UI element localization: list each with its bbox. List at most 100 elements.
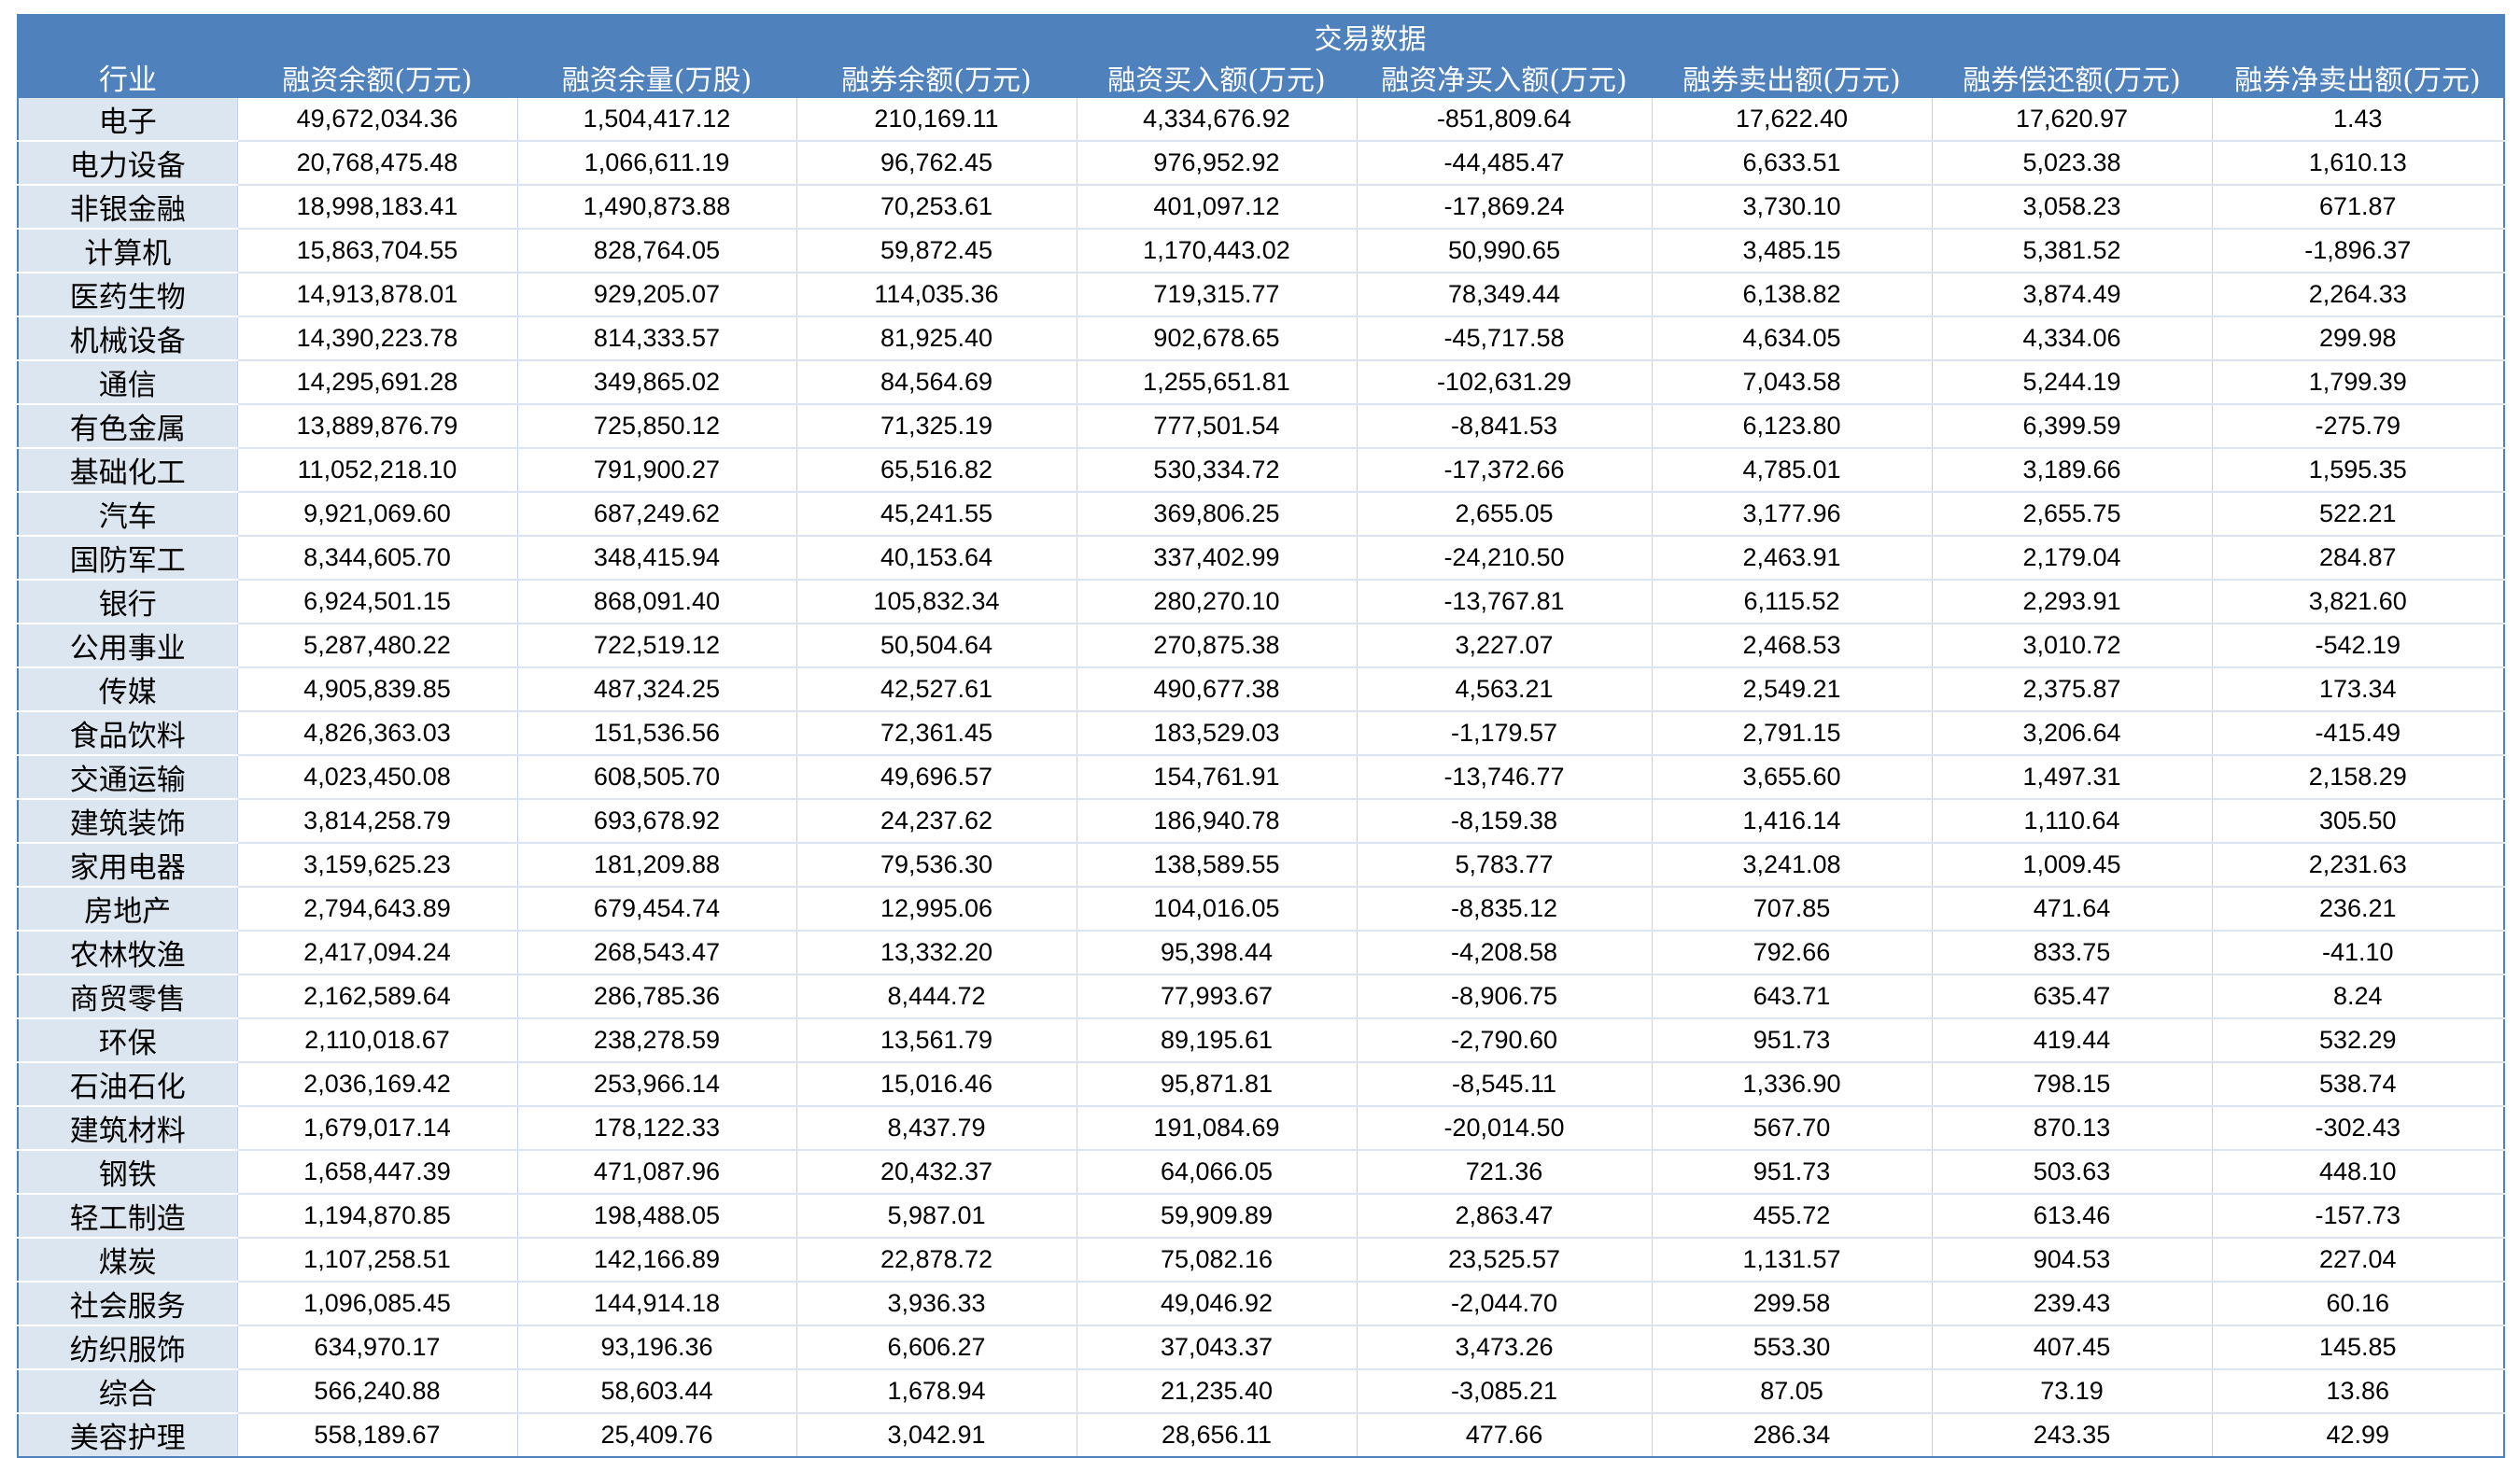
value-cell: 3,874.49 [1931,273,2212,317]
value-cell: 17,622.40 [1651,98,1932,142]
value-cell: -8,545.11 [1356,1062,1652,1107]
value-cell: -8,841.53 [1356,404,1652,449]
value-cell: 5,987.01 [795,1194,1077,1239]
column-header: 融券净卖出额(万元) [2212,57,2504,98]
value-cell: -415.49 [2211,711,2504,756]
value-cell: 870.13 [1931,1106,2212,1151]
value-cell: 23,525.57 [1356,1238,1652,1283]
value-cell: 243.35 [1931,1413,2212,1457]
value-cell: 12,995.06 [795,887,1077,932]
column-header: 融资余量(万股) [517,57,796,98]
value-cell: 1,595.35 [2211,448,2504,493]
table-row: 轻工制造 1,194,870.85 198,488.05 5,987.01 59,909… [18,1194,2504,1239]
value-cell: 671.87 [2211,185,2504,230]
value-cell: 471,087.96 [516,1150,796,1195]
value-cell: 904.53 [1931,1238,2212,1283]
value-cell: 2,231.63 [2211,843,2504,888]
value-cell: 558,189.67 [236,1413,517,1457]
value-cell: 42.99 [2211,1413,2504,1457]
value-cell: 268,543.47 [516,931,796,975]
value-cell: 721.36 [1356,1150,1652,1195]
trading-data-group-header: 交易数据 [237,15,2504,57]
table-row: 基础化工 11,052,218.10 791,900.27 65,516.82 530,… [18,448,2504,493]
value-cell: 1,497.31 [1931,755,2212,800]
value-cell: -157.73 [2211,1194,2504,1239]
value-cell: 286,785.36 [516,974,796,1019]
value-cell: 455.72 [1651,1194,1932,1239]
value-cell: 777,501.54 [1076,404,1357,449]
value-cell: 532.29 [2211,1018,2504,1063]
header-group-row: 行业 交易数据 [18,15,2504,98]
value-cell: 4,334,676.92 [1076,98,1357,142]
value-cell: 173.34 [2211,667,2504,712]
value-cell: 3,227.07 [1356,624,1652,668]
value-cell: 3,730.10 [1651,185,1932,230]
table-row: 建筑装饰 3,814,258.79 693,678.92 24,237.62 186,9… [18,799,2504,844]
value-cell: 8,437.79 [795,1106,1077,1151]
value-cell: 142,166.89 [516,1238,796,1283]
value-cell: 15,016.46 [795,1062,1077,1107]
value-cell: 42,527.61 [795,667,1077,712]
value-cell: 3,485.15 [1651,229,1932,273]
value-cell: 18,998,183.41 [236,185,517,230]
value-cell: 5,381.52 [1931,229,2212,273]
value-cell: -2,790.60 [1356,1018,1652,1063]
value-cell: 613.46 [1931,1194,2212,1239]
value-cell: 144,914.18 [516,1282,796,1326]
value-cell: 20,768,475.48 [236,141,517,186]
value-cell: 2,463.91 [1651,536,1932,581]
value-cell: 608,505.70 [516,755,796,800]
value-cell: -851,809.64 [1356,98,1652,142]
value-cell: 1,678.94 [795,1369,1077,1414]
value-cell: 11,052,218.10 [236,448,517,493]
value-cell: -2,044.70 [1356,1282,1652,1326]
table-row: 电子 49,672,034.36 1,504,417.12 210,169.11 4,3… [18,98,2504,142]
value-cell: 1,107,258.51 [236,1238,517,1283]
table-row: 农林牧渔 2,417,094.24 268,543.47 13,332.20 95,39… [18,931,2504,975]
industry-cell: 煤炭 [18,1238,237,1283]
value-cell: 20,432.37 [795,1150,1077,1195]
value-cell: 154,761.91 [1076,755,1357,800]
value-cell: 1,255,651.81 [1076,360,1357,405]
value-cell: 348,415.94 [516,536,796,581]
value-cell: 1,096,085.45 [236,1282,517,1326]
value-cell: 72,361.45 [795,711,1077,756]
value-cell: 1,009.45 [1931,843,2212,888]
value-cell: 530,334.72 [1076,448,1357,493]
table-row: 综合 566,240.88 58,603.44 1,678.94 21,235.40 -3… [18,1369,2504,1414]
industry-cell: 公用事业 [18,624,237,668]
industry-cell: 社会服务 [18,1282,237,1326]
value-cell: 22,878.72 [795,1238,1077,1283]
value-cell: 407.45 [1931,1325,2212,1370]
column-header: 融券卖出额(万元) [1652,57,1932,98]
value-cell: 833.75 [1931,931,2212,975]
value-cell: 687,249.62 [516,492,796,537]
table-row: 商贸零售 2,162,589.64 286,785.36 8,444.72 77,993… [18,974,2504,1019]
value-cell: 1,066,611.19 [516,141,796,186]
column-header: 融券偿还额(万元) [1932,57,2212,98]
value-cell: 299.58 [1651,1282,1932,1326]
table-row: 纺织服饰 634,970.17 93,196.36 6,606.27 37,043.37… [18,1325,2504,1370]
value-cell: 305.50 [2211,799,2504,844]
value-cell: 59,909.89 [1076,1194,1357,1239]
value-cell: 2,158.29 [2211,755,2504,800]
value-cell: -20,014.50 [1356,1106,1652,1151]
value-cell: 284.87 [2211,536,2504,581]
value-cell: 635.47 [1931,974,2212,1019]
value-cell: -41.10 [2211,931,2504,975]
value-cell: 814,333.57 [516,316,796,361]
value-cell: 2,417,094.24 [236,931,517,975]
table-row: 环保 2,110,018.67 238,278.59 13,561.79 89,195.… [18,1018,2504,1063]
value-cell: 477.66 [1356,1413,1652,1457]
value-cell: 2,293.91 [1931,580,2212,624]
industry-cell: 商贸零售 [18,974,237,1019]
value-cell: -302.43 [2211,1106,2504,1151]
value-cell: 725,850.12 [516,404,796,449]
value-cell: 49,672,034.36 [236,98,517,142]
value-cell: 49,696.57 [795,755,1077,800]
industry-cell: 食品饮料 [18,711,237,756]
value-cell: 538.74 [2211,1062,2504,1107]
value-cell: 2,110,018.67 [236,1018,517,1063]
column-header: 融资余额(万元) [237,57,517,98]
value-cell: 471.64 [1931,887,2212,932]
